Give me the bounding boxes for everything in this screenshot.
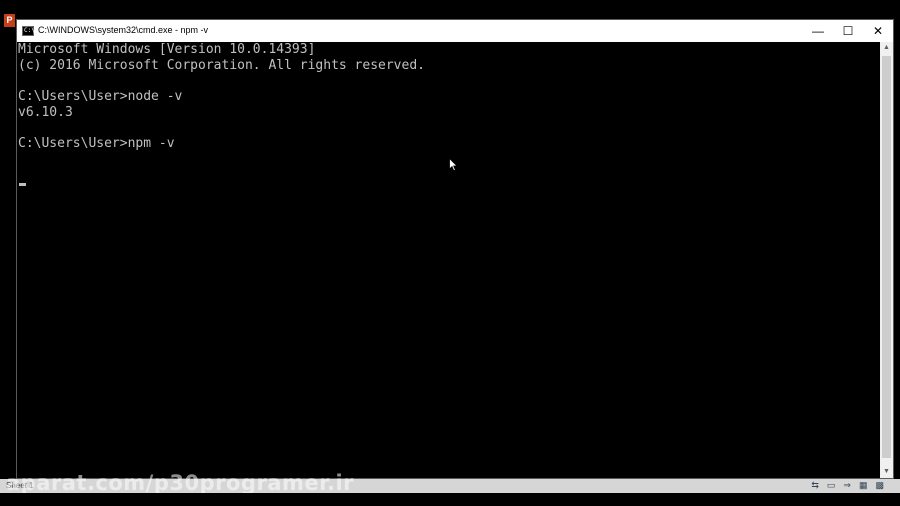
console-line: (c) 2016 Microsoft Corporation. All righ… <box>18 58 425 73</box>
vertical-scrollbar[interactable]: ▲ ▼ <box>880 42 893 478</box>
console-line: C:\Users\User>node -v <box>18 89 183 104</box>
title-bar[interactable]: C:\ C:\WINDOWS\system32\cmd.exe - npm -v… <box>17 20 893 42</box>
powerpoint-icon: P <box>4 14 15 27</box>
maximize-button[interactable]: ☐ <box>833 20 863 42</box>
minimize-button[interactable]: — <box>803 20 833 42</box>
watermark: aparat.com/p30programer.ir <box>6 471 354 495</box>
status-icon[interactable]: ⇆ <box>811 480 827 490</box>
close-button[interactable]: ✕ <box>863 20 893 42</box>
console-line: C:\Users\User>npm -v <box>18 136 175 151</box>
window-title: C:\WINDOWS\system32\cmd.exe - npm -v <box>38 25 209 35</box>
cmd-icon: C:\ <box>22 26 35 36</box>
scroll-thumb[interactable] <box>882 56 891 458</box>
status-icons: ⇆▭⇒▦▩ <box>811 480 892 491</box>
status-icon[interactable]: ▭ <box>827 480 844 490</box>
status-icon[interactable]: ⇒ <box>843 480 859 490</box>
console-output[interactable]: Microsoft Windows [Version 10.0.14393] (… <box>17 42 879 478</box>
mouse-pointer-icon <box>449 158 458 172</box>
text-cursor <box>19 183 26 186</box>
console-line: v6.10.3 <box>18 105 73 120</box>
background-app-strip <box>0 0 900 16</box>
status-icon[interactable]: ▩ <box>875 480 892 490</box>
console-line: Microsoft Windows [Version 10.0.14393] <box>18 42 316 57</box>
bottom-frame <box>0 493 900 506</box>
status-icon[interactable]: ▦ <box>859 480 876 490</box>
scroll-up-icon[interactable]: ▲ <box>880 42 893 54</box>
cmd-window[interactable]: C:\ C:\WINDOWS\system32\cmd.exe - npm -v… <box>16 19 894 479</box>
scroll-down-icon[interactable]: ▼ <box>880 466 893 478</box>
